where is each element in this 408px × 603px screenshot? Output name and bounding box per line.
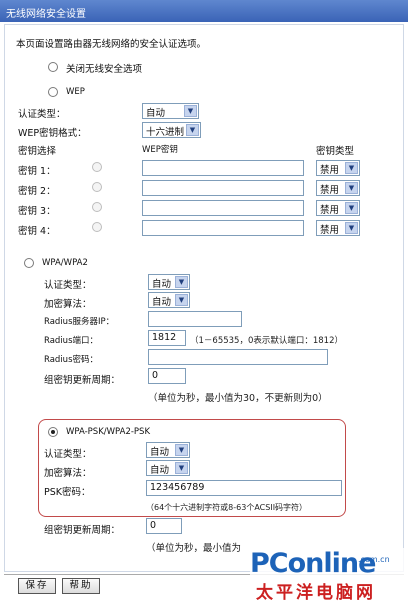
psk-pwd-input[interactable]: 123456789 [146, 480, 342, 496]
radius-pwd-input[interactable] [148, 349, 328, 365]
wep-col-type: 密钥类型 [316, 146, 355, 157]
wpa-title: WPA/WPA2 [42, 258, 88, 268]
radio-wpa[interactable] [24, 258, 34, 268]
chevron-down-icon: ▼ [175, 294, 188, 306]
psk-alg-select[interactable]: 自动 ▼ [146, 460, 190, 476]
help-button[interactable]: 帮助 [62, 578, 100, 594]
watermark: PConline .com.cn 太平洋电脑网 [250, 548, 408, 603]
wep-key2-input[interactable] [142, 180, 304, 196]
wep-key3-type-select[interactable]: 禁用 ▼ [316, 200, 360, 216]
radius-ip-input[interactable] [148, 311, 242, 327]
wep-key1-type-select[interactable]: 禁用 ▼ [316, 160, 360, 176]
chevron-down-icon: ▼ [186, 124, 199, 136]
wpa-alg-select[interactable]: 自动 ▼ [148, 292, 190, 308]
wep-key4-type-value: 禁用 [320, 225, 340, 236]
wep-format-label: WEP密钥格式： [18, 128, 87, 139]
radio-wpa-psk[interactable] [48, 427, 58, 437]
wep-key2-type-value: 禁用 [320, 185, 340, 196]
chevron-down-icon: ▼ [184, 105, 197, 117]
watermark-logo: PConline [250, 548, 376, 579]
intro-text: 本页面设置路由器无线网络的安全认证选项。 [16, 39, 207, 50]
watermark-domain: .com.cn [358, 555, 390, 564]
chevron-down-icon: ▼ [345, 162, 358, 174]
wep-key3-type-value: 禁用 [320, 205, 340, 216]
wep-auth-label: 认证类型： [18, 109, 66, 120]
wep-key3-label: 密钥 3： [18, 206, 56, 217]
save-button[interactable]: 保存 [18, 578, 56, 594]
wpa-alg-label: 加密算法： [44, 299, 92, 310]
wep-key2-label: 密钥 2： [18, 186, 56, 197]
psk-auth-value: 自动 [150, 447, 170, 458]
radius-port-hint: （1－65535，0表示默认端口：1812） [190, 336, 343, 346]
psk-alg-label: 加密算法： [44, 468, 92, 479]
wpa-auth-select[interactable]: 自动 ▼ [148, 274, 190, 290]
window-title: 无线网络安全设置 [0, 0, 408, 22]
wep-title: WEP [66, 87, 85, 97]
psk-auth-select[interactable]: 自动 ▼ [146, 442, 190, 458]
psk-pwd-hint: （64个十六进制字符或8-63个ACSII码字符） [146, 503, 308, 512]
radio-wep-key1[interactable] [92, 162, 102, 172]
wep-key4-label: 密钥 4： [18, 226, 56, 237]
radius-ip-label: Radius服务器IP： [44, 317, 115, 327]
wpa-auth-value: 自动 [152, 279, 172, 290]
wep-col-key: WEP密钥 [142, 145, 178, 155]
wep-key1-type-value: 禁用 [320, 165, 340, 176]
psk-title: WPA-PSK/WPA2-PSK [66, 427, 151, 437]
radio-wep-key4[interactable] [92, 222, 102, 232]
radio-wep[interactable] [48, 87, 58, 97]
wep-key1-input[interactable] [142, 160, 304, 176]
wep-auth-value: 自动 [146, 108, 166, 119]
radius-pwd-label: Radius密码： [44, 355, 99, 365]
radius-port-label: Radius端口： [44, 336, 99, 346]
wep-format-select[interactable]: 十六进制 ▼ [142, 122, 201, 138]
radio-wep-key2[interactable] [92, 182, 102, 192]
chevron-down-icon: ▼ [345, 222, 358, 234]
wpa-auth-label: 认证类型： [44, 280, 92, 291]
wep-key3-input[interactable] [142, 200, 304, 216]
wpa-alg-value: 自动 [152, 297, 172, 308]
psk-group-input[interactable]: 0 [146, 518, 182, 534]
chevron-down-icon: ▼ [345, 182, 358, 194]
wep-key2-type-select[interactable]: 禁用 ▼ [316, 180, 360, 196]
radius-port-input[interactable]: 1812 [148, 330, 186, 346]
wep-col-select: 密钥选择 [18, 146, 57, 157]
wpa-group-input[interactable]: 0 [148, 368, 186, 384]
psk-group-label: 组密钥更新周期： [44, 525, 121, 536]
chevron-down-icon: ▼ [345, 202, 358, 214]
disable-security-label: 关闭无线安全选项 [66, 64, 143, 75]
watermark-cn: 太平洋电脑网 [256, 583, 376, 603]
psk-alg-value: 自动 [150, 465, 170, 476]
radio-wep-key3[interactable] [92, 202, 102, 212]
wep-key4-input[interactable] [142, 220, 304, 236]
wpa-group-hint: （单位为秒，最小值为30，不更新则为0） [148, 393, 328, 404]
wep-format-value: 十六进制 [146, 127, 185, 138]
psk-pwd-label: PSK密码： [44, 487, 91, 498]
radio-disable-security[interactable] [48, 62, 58, 72]
wep-auth-select[interactable]: 自动 ▼ [142, 103, 199, 119]
wep-key1-label: 密钥 1： [18, 166, 56, 177]
chevron-down-icon: ▼ [175, 462, 188, 474]
chevron-down-icon: ▼ [175, 444, 188, 456]
psk-group-hint: （单位为秒，最小值为 [146, 543, 242, 554]
wpa-group-label: 组密钥更新周期： [44, 375, 121, 386]
wep-key4-type-select[interactable]: 禁用 ▼ [316, 220, 360, 236]
chevron-down-icon: ▼ [175, 276, 188, 288]
psk-auth-label: 认证类型： [44, 449, 92, 460]
